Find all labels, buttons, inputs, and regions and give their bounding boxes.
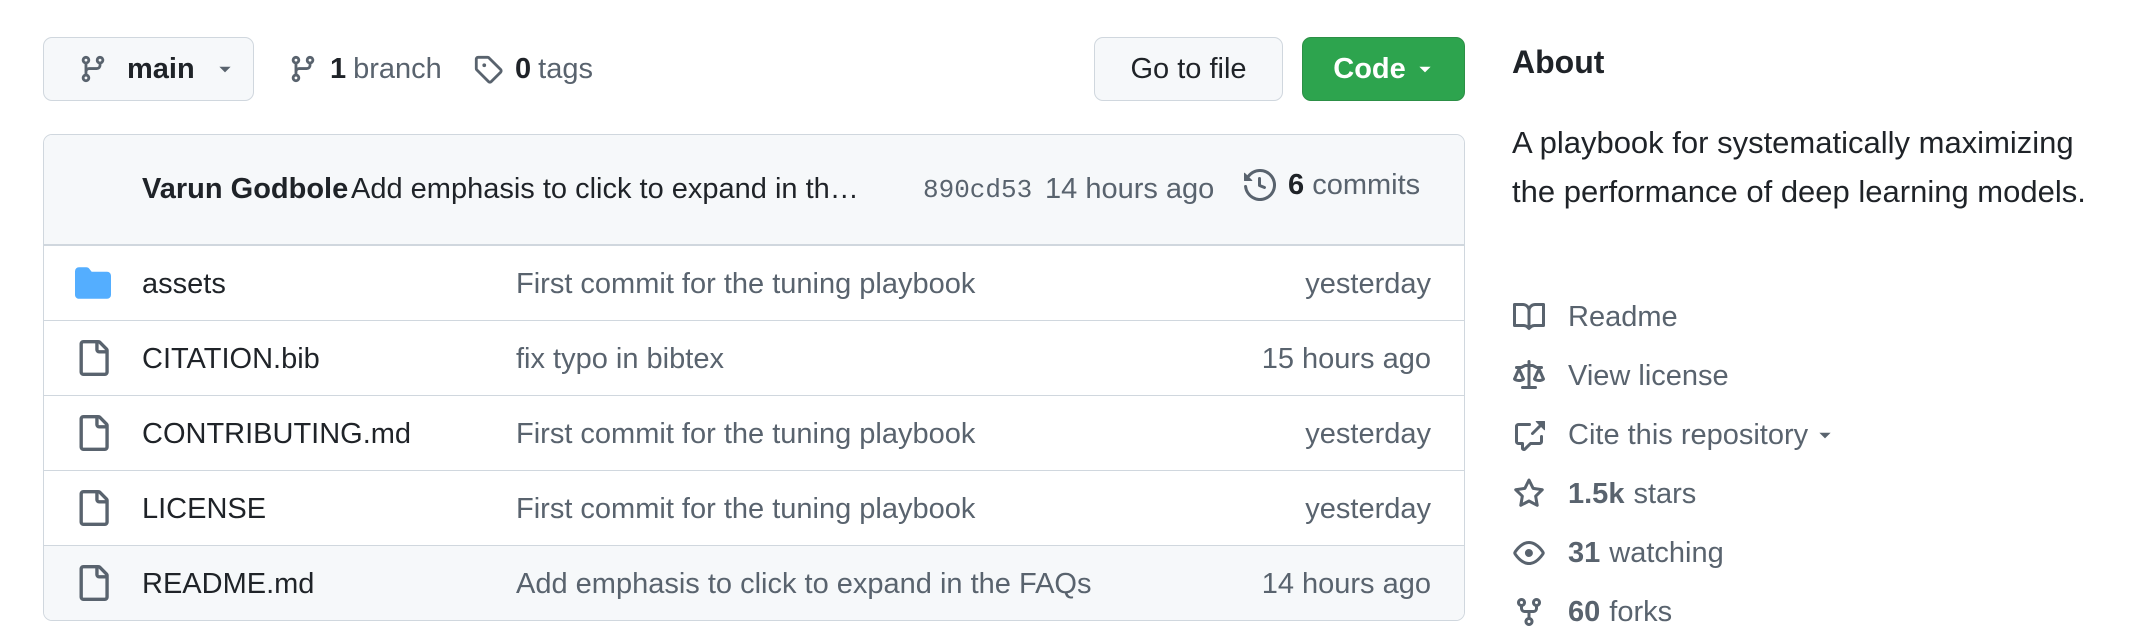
file-icon bbox=[79, 415, 109, 451]
caret-down-icon bbox=[1419, 66, 1431, 73]
repo-description: A playbook for systematically maximizing… bbox=[1512, 125, 2086, 209]
file-row[interactable]: LICENSE First commit for the tuning play… bbox=[44, 470, 1464, 545]
branches-link[interactable]: 1 branch bbox=[288, 37, 442, 101]
history-icon bbox=[1244, 169, 1276, 201]
file-row[interactable]: CITATION.bib fix typo in bibtex 15 hours… bbox=[44, 320, 1464, 395]
book-icon bbox=[1512, 300, 1546, 334]
caret-down-icon bbox=[1819, 432, 1831, 439]
git-branch-icon bbox=[81, 55, 105, 83]
watchers-link[interactable]: 31 watching bbox=[1512, 533, 1724, 573]
branch-selector-button[interactable]: main bbox=[43, 37, 254, 101]
branch-name: main bbox=[127, 52, 195, 85]
caret-down-icon bbox=[219, 66, 231, 73]
go-to-file-button[interactable]: Go to file bbox=[1094, 37, 1283, 101]
file-age: yesterday bbox=[1305, 268, 1431, 300]
git-branch-icon bbox=[291, 55, 315, 83]
file-row[interactable]: README.md Add emphasis to click to expan… bbox=[44, 545, 1464, 620]
license-label: View license bbox=[1568, 359, 1729, 392]
file-browser: Varun Godbole Add emphasis to click to e… bbox=[43, 134, 1465, 621]
watching-count: 31 bbox=[1568, 536, 1601, 569]
commits-count: 6 bbox=[1288, 168, 1305, 201]
forks-link[interactable]: 60 forks bbox=[1512, 592, 1672, 632]
law-icon bbox=[1512, 359, 1546, 393]
readme-label: Readme bbox=[1568, 300, 1678, 333]
tag-icon bbox=[474, 55, 503, 84]
commits-history-link[interactable]: 6 commits bbox=[1244, 165, 1420, 205]
file-age: yesterday bbox=[1305, 493, 1431, 525]
license-link[interactable]: View license bbox=[1512, 356, 1729, 396]
latest-commit-bar: Varun Godbole Add emphasis to click to e… bbox=[44, 135, 1464, 245]
forks-label: forks bbox=[1609, 595, 1673, 628]
file-age: 15 hours ago bbox=[1261, 343, 1431, 375]
tags-label: tags bbox=[538, 52, 593, 85]
file-row[interactable]: CONTRIBUTING.md First commit for the tun… bbox=[44, 395, 1464, 470]
stars-link[interactable]: 1.5k stars bbox=[1512, 474, 1696, 514]
file-name[interactable]: README.md bbox=[142, 568, 314, 601]
code-button[interactable]: Code bbox=[1302, 37, 1465, 101]
watching-label: watching bbox=[1609, 536, 1724, 569]
stars-count: 1.5k bbox=[1568, 477, 1625, 510]
file-commit-message[interactable]: Add emphasis to click to expand in the F… bbox=[516, 568, 1091, 601]
commits-label: commits bbox=[1312, 168, 1421, 201]
file-name[interactable]: CONTRIBUTING.md bbox=[142, 418, 411, 451]
file-row[interactable]: assets First commit for the tuning playb… bbox=[44, 245, 1464, 320]
cross-reference-icon bbox=[1512, 418, 1546, 452]
branches-label: branch bbox=[353, 52, 442, 85]
commit-time: 14 hours ago bbox=[1045, 173, 1215, 205]
commit-message[interactable]: Add emphasis to click to expand in th… bbox=[351, 173, 859, 206]
commit-sha[interactable]: 890cd53 bbox=[923, 175, 1032, 205]
file-age: 14 hours ago bbox=[1261, 568, 1431, 600]
readme-link[interactable]: Readme bbox=[1512, 297, 1678, 337]
file-commit-message[interactable]: First commit for the tuning playbook bbox=[516, 268, 975, 301]
file-commit-message[interactable]: fix typo in bibtex bbox=[516, 343, 724, 376]
file-icon bbox=[79, 340, 109, 376]
tags-count: 0 bbox=[515, 52, 532, 85]
commit-author[interactable]: Varun Godbole bbox=[142, 173, 348, 206]
forks-count: 60 bbox=[1568, 595, 1601, 628]
code-button-label: Code bbox=[1333, 52, 1406, 85]
folder-icon bbox=[75, 267, 111, 299]
file-icon bbox=[79, 490, 109, 526]
file-name[interactable]: assets bbox=[142, 268, 226, 301]
cite-repository-button[interactable]: Cite this repository bbox=[1512, 415, 1834, 455]
branches-count: 1 bbox=[330, 52, 347, 85]
fork-icon bbox=[1512, 595, 1546, 629]
file-name[interactable]: LICENSE bbox=[142, 493, 266, 526]
file-commit-message[interactable]: First commit for the tuning playbook bbox=[516, 418, 975, 451]
tags-link[interactable]: 0 tags bbox=[473, 37, 593, 101]
file-age: yesterday bbox=[1305, 418, 1431, 450]
stars-label: stars bbox=[1633, 477, 1697, 510]
file-name[interactable]: CITATION.bib bbox=[142, 343, 320, 376]
file-icon bbox=[79, 565, 109, 601]
file-commit-message[interactable]: First commit for the tuning playbook bbox=[516, 493, 975, 526]
about-heading: About bbox=[1512, 44, 1605, 80]
star-icon bbox=[1512, 477, 1546, 511]
cite-label: Cite this repository bbox=[1568, 418, 1809, 451]
eye-icon bbox=[1512, 536, 1546, 570]
